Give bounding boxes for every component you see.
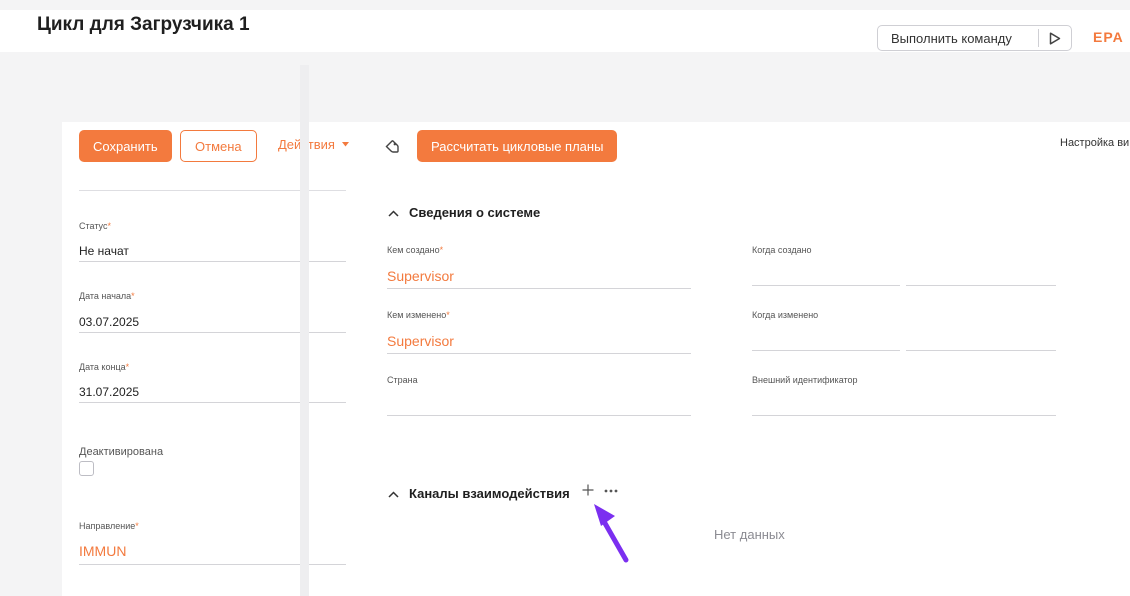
cancel-button[interactable]: Отмена [180,130,257,162]
page-title: Цикл для Загрузчика 1 [37,14,250,35]
tag-icon [385,140,399,153]
end-date-label: Дата конца* [79,362,130,372]
system-info-title: Сведения о системе [409,205,541,220]
channels-empty-text: Нет данных [714,527,785,542]
status-field[interactable]: Не начат [79,244,129,258]
channels-title: Каналы взаимодействия [409,486,570,501]
chevron-up-icon[interactable] [388,206,399,220]
external-id-underline [752,415,1056,416]
chevron-up-icon[interactable] [388,487,399,501]
tag-button[interactable] [385,139,400,158]
column-divider [300,65,309,596]
country-field[interactable] [387,396,691,414]
end-date-field[interactable]: 31.07.2025 [79,385,139,399]
caret-down-icon [341,142,349,147]
start-date-label: Дата начала* [79,291,135,301]
brand-logo: EPA [1093,29,1124,45]
system-info-header[interactable]: Сведения о системе [388,205,540,220]
plus-icon [582,484,594,496]
status-label: Статус* [79,221,111,231]
play-icon [1049,31,1061,45]
created-at-label: Когда создано [752,245,812,255]
command-input[interactable]: Выполнить команду [878,31,1038,46]
created-by-field[interactable]: Supervisor [387,268,454,284]
modified-by-underline [387,353,691,354]
external-id-label: Внешний идентификатор [752,375,858,385]
created-at-date-underline [752,285,900,286]
created-by-label: Кем создано* [387,245,444,255]
actions-dropdown[interactable]: Действия [278,137,349,152]
deactivated-label: Деактивирована [79,446,164,458]
start-date-field[interactable]: 03.07.2025 [79,315,139,329]
annotation-arrow-icon [594,504,629,563]
run-command-button[interactable] [1039,26,1071,50]
modified-by-label: Кем изменено* [387,310,450,320]
channels-header[interactable]: Каналы взаимодействия [388,486,570,501]
modified-at-time-underline [906,350,1056,351]
created-by-underline [387,288,691,289]
deactivated-checkbox[interactable] [79,461,94,476]
created-at-date-field[interactable] [752,265,900,283]
more-dots-icon [604,489,618,493]
toolbar: Сохранить Отмена Действия Рассчитать цик… [62,122,1130,178]
country-label: Страна [387,375,418,385]
calculate-plans-button[interactable]: Рассчитать цикловые планы [417,130,618,162]
save-button[interactable]: Сохранить [79,130,172,162]
modified-by-field[interactable]: Supervisor [387,333,454,349]
created-at-time-underline [906,285,1056,286]
more-options-button[interactable] [604,483,618,496]
modified-at-date-underline [752,350,900,351]
left-column: Статус* Не начат Дата начала* 03.07.2025… [62,178,362,596]
direction-field[interactable]: IMMUN [79,543,126,559]
view-settings-link[interactable]: Настройка ви [1060,137,1129,149]
modified-at-label: Когда изменено [752,310,819,320]
command-box[interactable]: Выполнить команду [877,25,1072,51]
direction-label: Направление* [79,521,139,531]
external-id-field[interactable] [752,396,1056,414]
modified-at-date-field[interactable] [752,330,900,348]
country-underline [387,415,691,416]
